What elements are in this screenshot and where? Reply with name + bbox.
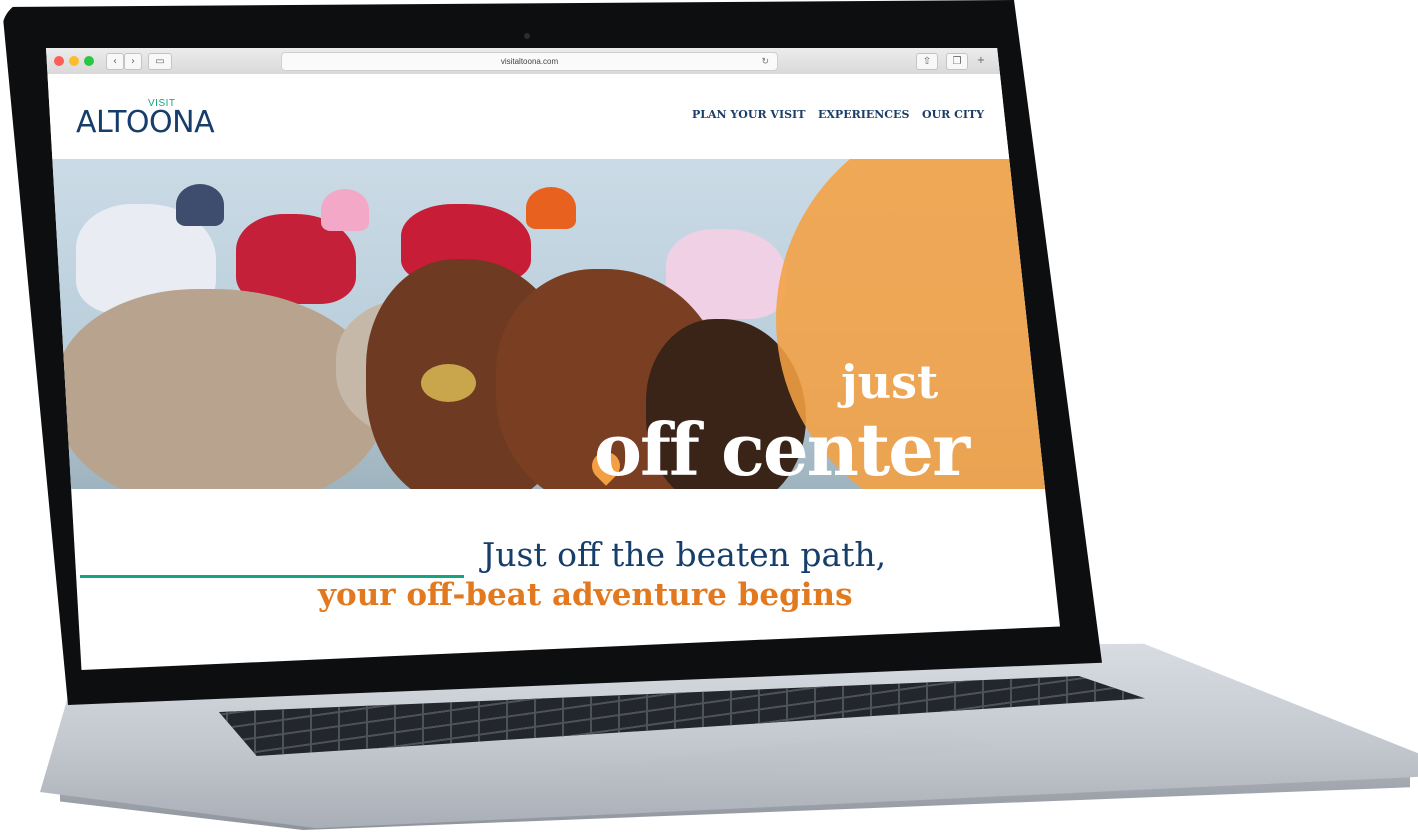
- nav-plan-your-visit[interactable]: PLAN YOUR VISIT: [692, 108, 805, 121]
- sidebar-button[interactable]: ▭: [148, 53, 172, 70]
- tabs-button[interactable]: ❐: [946, 53, 968, 70]
- sidebar-icon: ▭: [155, 56, 165, 67]
- plus-icon: +: [976, 55, 986, 66]
- nav-experiences[interactable]: EXPERIENCES: [818, 108, 909, 121]
- logo-altoona-text: ALTOONA: [76, 105, 215, 140]
- reload-icon[interactable]: ↻: [761, 53, 769, 70]
- browser-toolbar: ‹ › ▭ visitaltoona.com ↻ ⇧ ❐ +: [46, 48, 1060, 75]
- site-logo[interactable]: VISIT ALTOONA: [76, 98, 236, 148]
- hero-banner: just off center: [46, 159, 1060, 489]
- intro-heading-line2: your off-beat adventure begins: [318, 577, 853, 613]
- tagline-off-center: off center: [594, 407, 970, 489]
- new-tab-button[interactable]: +: [974, 53, 988, 68]
- share-button[interactable]: ⇧: [916, 53, 938, 70]
- site-header: VISIT ALTOONA PLAN YOUR VISIT EXPERIENCE…: [46, 74, 1060, 159]
- back-button[interactable]: ‹: [106, 53, 124, 70]
- nav-our-city[interactable]: OUR CITY: [922, 108, 984, 121]
- address-bar[interactable]: visitaltoona.com ↻: [281, 52, 778, 71]
- intro-heading-line1: Just off the beaten path,: [482, 535, 887, 574]
- minimize-window-button[interactable]: [69, 56, 79, 66]
- close-window-button[interactable]: [54, 56, 64, 66]
- webcam: [524, 33, 530, 39]
- share-icon: ⇧: [922, 56, 932, 67]
- chevron-left-icon: ‹: [113, 56, 117, 67]
- chevron-right-icon: ›: [131, 56, 135, 67]
- url-text: visitaltoona.com: [500, 57, 559, 66]
- zoom-window-button[interactable]: [84, 56, 94, 66]
- tagline-just: just: [841, 355, 939, 409]
- forward-button[interactable]: ›: [124, 53, 142, 70]
- tabs-icon: ❐: [952, 56, 962, 67]
